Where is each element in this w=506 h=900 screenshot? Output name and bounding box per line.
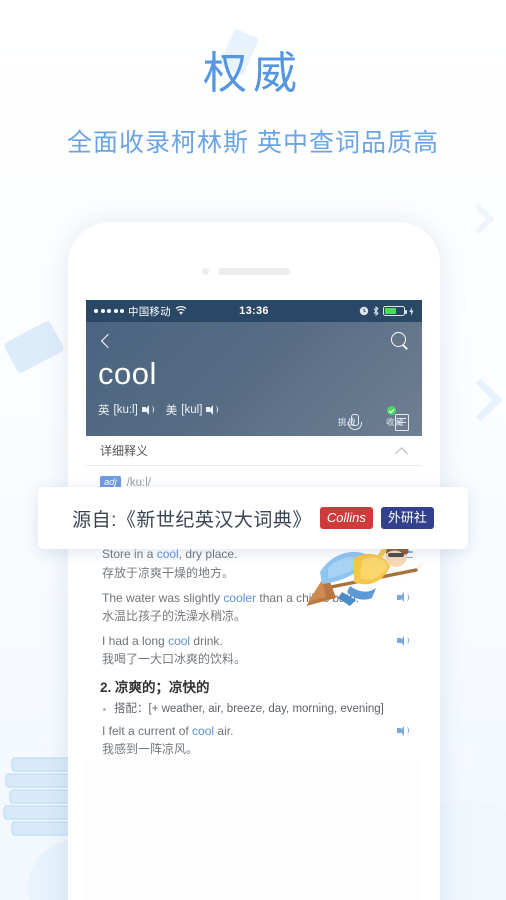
signal-strength-icon bbox=[94, 309, 124, 313]
alarm-icon bbox=[359, 306, 369, 316]
source-callout-text: 源自:《新世纪英汉大词典》 bbox=[72, 509, 312, 531]
example-text: I had a long cool drink. 我喝了一大口冰爽的饮料。 bbox=[102, 632, 391, 668]
sense-collocation: 搭配：[+ weather, air, breeze, day, morning… bbox=[100, 701, 408, 718]
example-row: I had a long cool drink. 我喝了一大口冰爽的饮料。 bbox=[100, 632, 409, 668]
carrier-label: 中国移动 bbox=[128, 305, 171, 318]
status-bar: 中国移动 13:36 bbox=[86, 300, 422, 322]
bluetooth-icon bbox=[373, 306, 379, 316]
battery-icon bbox=[383, 306, 407, 316]
back-chevron-icon[interactable] bbox=[98, 333, 114, 349]
example-text: I felt a current of cool air. 我感到一阵凉风。 bbox=[102, 722, 391, 758]
headword: cool bbox=[98, 356, 157, 391]
charging-bolt-icon bbox=[409, 306, 414, 316]
speaker-icon[interactable] bbox=[141, 404, 154, 415]
page-subtitle: 全面收录柯林斯 英中查词品质高 bbox=[67, 128, 439, 157]
challenge-button[interactable]: 挑战 bbox=[332, 414, 362, 428]
example-chinese: 我喝了一大口冰爽的饮料。 bbox=[102, 652, 247, 667]
status-bar-right bbox=[359, 306, 414, 316]
press-badge: 外研社 bbox=[380, 507, 434, 529]
speaker-icon[interactable] bbox=[206, 404, 219, 415]
search-icon[interactable] bbox=[390, 331, 410, 351]
example-english: Store in a cool, dry place. bbox=[102, 547, 238, 562]
sense-item: 2. 凉爽的；凉快的 搭配：[+ weather, air, breeze, d… bbox=[100, 676, 409, 759]
decor-diamond-left bbox=[3, 319, 65, 375]
pronunciation-us-region: 美 bbox=[165, 404, 178, 417]
sense-definition: 2. 凉爽的；凉快的 bbox=[100, 676, 408, 696]
favorite-button[interactable]: 收藏 bbox=[380, 406, 410, 431]
phone-silent-switch[interactable] bbox=[65, 334, 68, 356]
phone-volume-down-button[interactable] bbox=[65, 422, 68, 458]
pronunciation-us[interactable]: 美 [kul] bbox=[165, 402, 219, 418]
source-callout-card: 源自:《新世纪英汉大词典》 Collins 外研社 bbox=[38, 487, 468, 549]
phone-speaker-grille bbox=[218, 268, 290, 275]
example-row: I felt a current of cool air. 我感到一阵凉风。 bbox=[100, 722, 409, 758]
sense-number: 2. bbox=[100, 679, 112, 695]
app-header-actions: 挑战 收藏 bbox=[332, 406, 410, 431]
phone-camera-dot bbox=[202, 268, 209, 275]
status-bar-clock: 13:36 bbox=[239, 305, 269, 317]
app-header-toolbar bbox=[98, 328, 410, 354]
speaker-icon[interactable] bbox=[397, 725, 409, 736]
wifi-icon bbox=[175, 306, 187, 315]
example-english: I felt a current of cool air. bbox=[102, 724, 234, 739]
decor-chevron-top-right bbox=[463, 203, 495, 235]
detail-section-title: 详细释义 bbox=[100, 444, 149, 458]
pronunciation-us-phonetic: [kul] bbox=[181, 403, 203, 416]
app-header: cool 英 [ku:l] 美 [kul] 挑战 收藏 bbox=[86, 322, 422, 436]
pronunciation-uk-region: 英 bbox=[98, 404, 110, 417]
chevron-up-icon[interactable] bbox=[396, 445, 408, 457]
example-chinese: 我感到一阵凉风。 bbox=[102, 742, 199, 757]
sense-text: 凉爽的；凉快的 bbox=[115, 679, 210, 695]
speaker-icon[interactable] bbox=[397, 635, 409, 646]
detail-section-header[interactable]: 详细释义 bbox=[86, 436, 422, 466]
decor-chevron-right bbox=[459, 378, 503, 422]
headline-block: 权威 全面收录柯林斯 英中查词品质高 bbox=[0, 48, 506, 159]
page-title: 权威 bbox=[203, 49, 303, 98]
example-english: I had a long cool drink. bbox=[102, 634, 223, 649]
phone-volume-up-button[interactable] bbox=[65, 374, 68, 410]
collins-badge: Collins bbox=[319, 507, 373, 529]
status-bar-left: 中国移动 bbox=[94, 304, 187, 319]
pronunciation-uk[interactable]: 英 [ku:l] bbox=[98, 402, 154, 418]
pronunciation-uk-phonetic: [ku:l] bbox=[113, 403, 138, 416]
